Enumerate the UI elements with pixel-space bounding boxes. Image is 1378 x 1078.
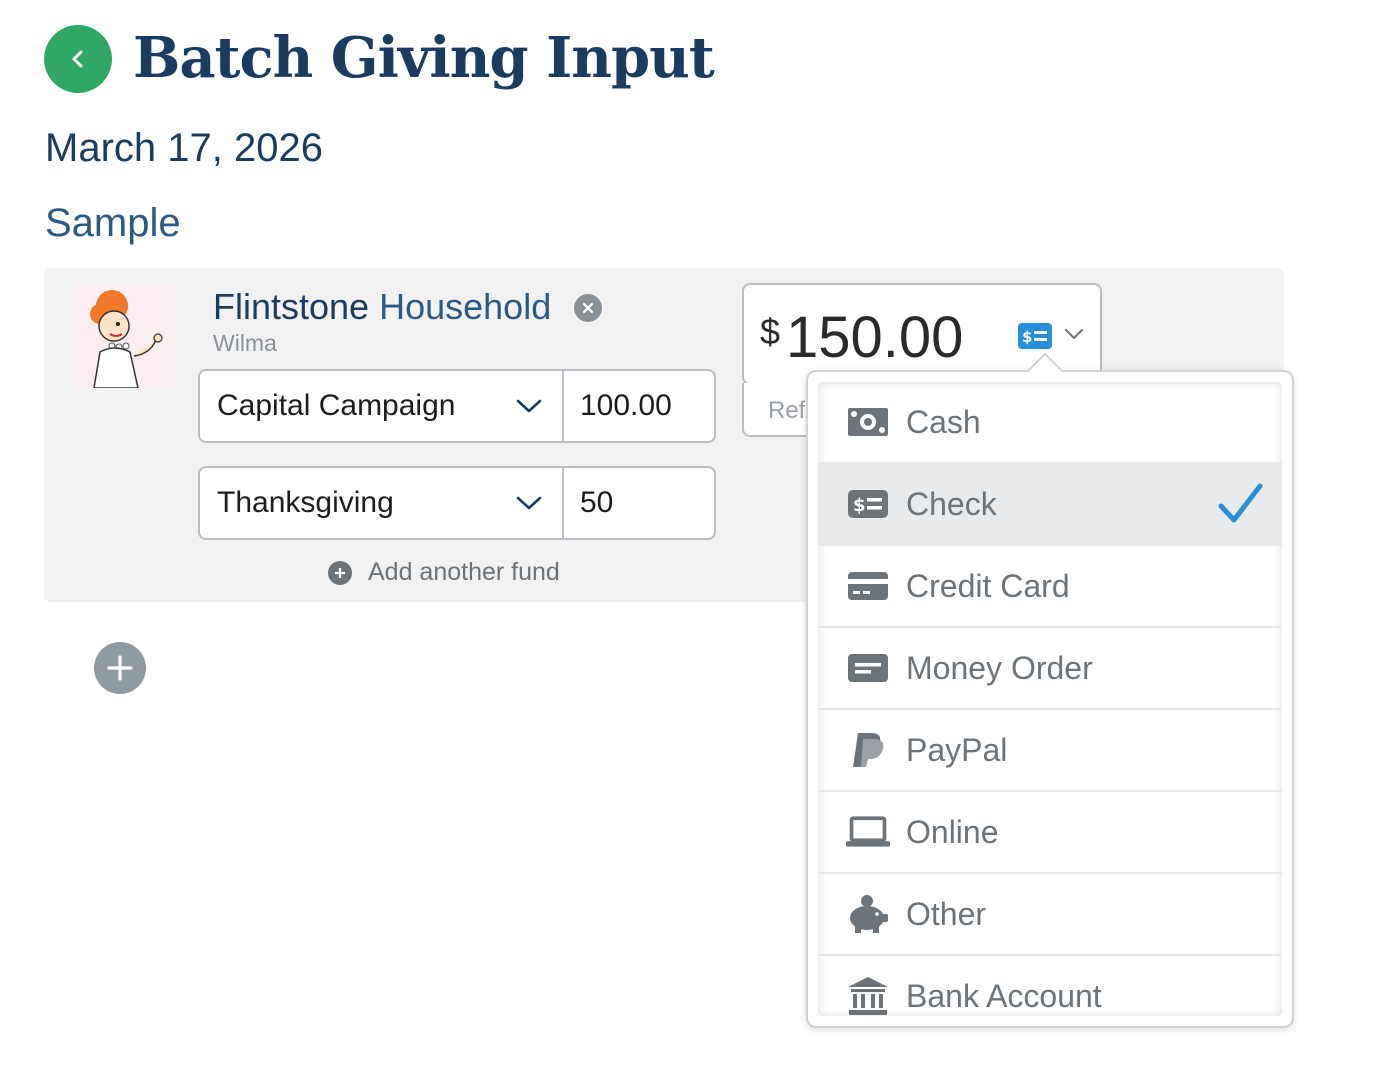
fund-amount-input[interactable]: 100.00 [564, 371, 714, 441]
payment-option-paypal[interactable]: PayPal [818, 710, 1282, 792]
check-icon[interactable]: $ [1018, 323, 1052, 349]
fund-name: Capital Campaign [217, 389, 456, 422]
plus-circle-icon [328, 560, 352, 585]
payment-option-label: Cash [906, 403, 981, 440]
laptop-icon [846, 810, 890, 854]
payment-option-label: Bank Account [906, 977, 1102, 1014]
credit-card-icon [846, 564, 890, 608]
checkmark-icon [1218, 483, 1263, 523]
chevron-down-icon [516, 496, 542, 510]
payment-option-label: PayPal [906, 731, 1008, 768]
donor-name[interactable]: Flintstone Household [213, 286, 551, 328]
payment-option-label: Online [906, 813, 999, 850]
gift-total-amount: 150.00 [786, 305, 964, 370]
payment-option-credit-card[interactable]: Credit Card [818, 546, 1282, 628]
cash-icon [846, 400, 890, 444]
remove-donor-button[interactable] [574, 294, 602, 322]
paypal-icon [846, 728, 890, 772]
fund-select[interactable]: Capital Campaign [200, 371, 564, 441]
batch-date: March 17, 2026 [45, 126, 323, 170]
add-fund-label: Add another fund [368, 558, 560, 586]
fund-select[interactable]: Thanksgiving [200, 468, 564, 538]
donor-first-name: Flintstone [213, 286, 370, 327]
payment-option-other[interactable]: Other [818, 874, 1282, 956]
currency-symbol: $ [760, 311, 781, 352]
payment-option-cash[interactable]: Cash [818, 382, 1282, 464]
fund-name: Thanksgiving [217, 486, 394, 519]
back-button[interactable] [44, 25, 112, 93]
svg-text:$: $ [1022, 328, 1032, 346]
avatar [74, 284, 174, 388]
piggy-bank-icon [846, 892, 890, 936]
page-title: Batch Giving Input [133, 25, 715, 91]
fund-amount-input[interactable]: 50 [564, 468, 714, 538]
chevron-down-icon[interactable] [1064, 327, 1084, 341]
payment-method-dropdown: Cash $ Check Credit Card Money Order Pay… [806, 352, 1294, 1028]
payment-option-label: Other [906, 895, 987, 932]
payment-option-label: Credit Card [906, 567, 1070, 604]
payment-option-money-order[interactable]: Money Order [818, 628, 1282, 710]
fund-row: Thanksgiving 50 [198, 466, 716, 540]
chevron-down-icon [516, 399, 542, 413]
plus-icon [107, 655, 133, 681]
payment-option-check[interactable]: $ Check [818, 464, 1282, 546]
check-icon: $ [846, 482, 890, 526]
donor-member-name: Wilma [213, 330, 277, 356]
payment-option-online[interactable]: Online [818, 792, 1282, 874]
add-fund-button[interactable]: Add another fund [328, 558, 560, 587]
add-gift-button[interactable] [94, 642, 146, 694]
svg-text:$: $ [853, 495, 866, 516]
donor-last-name: Household [379, 286, 552, 327]
payment-option-label: Check [906, 485, 997, 522]
bank-icon [846, 974, 890, 1016]
payment-option-label: Money Order [906, 649, 1093, 686]
money-order-icon [846, 646, 890, 690]
fund-row: Capital Campaign 100.00 [198, 369, 716, 443]
batch-name: Sample [45, 201, 181, 245]
payment-option-bank-account[interactable]: Bank Account [818, 956, 1282, 1016]
chevron-left-icon [72, 50, 83, 68]
close-icon [582, 302, 594, 314]
